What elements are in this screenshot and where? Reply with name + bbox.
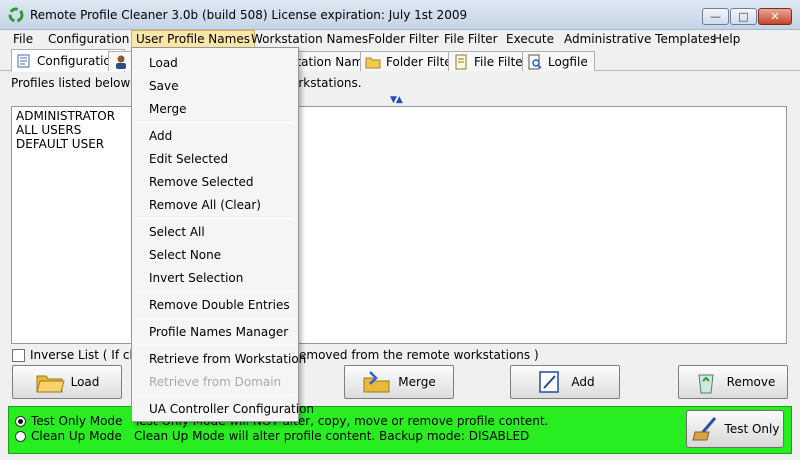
menu-separator <box>136 218 294 219</box>
list-item[interactable]: ALL USERS <box>16 123 81 137</box>
tab-bar: Configuration ...tation Names Folder Fil… <box>0 49 800 72</box>
minimize-button[interactable]: — <box>702 8 729 25</box>
menu-separator <box>136 318 294 319</box>
menu-separator <box>136 122 294 123</box>
sort-arrows-icon[interactable]: ▼▲ <box>390 95 403 105</box>
menu-item-add[interactable]: Add <box>149 129 172 143</box>
menu-item-retrieve-from-domain: Retrieve from Domain <box>149 375 282 389</box>
window-title: Remote Profile Cleaner 3.0b (build 508) … <box>30 8 468 22</box>
menu-file-filter[interactable]: File Filter <box>440 32 502 46</box>
menu-item-load[interactable]: Load <box>149 56 178 70</box>
logfile-search-icon <box>528 54 542 69</box>
test-only-mode-label: Test Only Mode <box>31 414 123 428</box>
remove-button-label: Remove <box>726 375 776 389</box>
menu-item-remove-selected[interactable]: Remove Selected <box>149 175 254 189</box>
menu-bar: File Configuration User Profile Names Wo… <box>0 30 800 48</box>
open-folder-icon <box>35 375 65 393</box>
tab-configuration-label: Configuration <box>37 54 119 68</box>
menu-item-select-all[interactable]: Select All <box>149 225 205 239</box>
menu-workstation-names[interactable]: Workstation Names <box>247 32 372 46</box>
menu-separator <box>136 291 294 292</box>
test-only-button-label: Test Only <box>724 422 780 436</box>
menu-item-select-none[interactable]: Select None <box>149 248 221 262</box>
menu-item-remove-all[interactable]: Remove All (Clear) <box>149 198 261 212</box>
mode-status-panel: Test Only Mode Clean Up Mode Test Only M… <box>8 406 792 454</box>
menu-configuration[interactable]: Configuration <box>44 32 133 46</box>
menu-item-profile-names-manager[interactable]: Profile Names Manager <box>149 325 288 339</box>
menu-execute[interactable]: Execute <box>502 32 558 46</box>
menu-folder-filter[interactable]: Folder Filter <box>364 32 443 46</box>
tab-logfile-label: Logfile <box>548 54 588 69</box>
menu-separator <box>136 395 294 396</box>
menu-file[interactable]: File <box>9 32 37 46</box>
edit-add-icon <box>539 371 560 393</box>
menu-user-profile-names[interactable]: User Profile Names <box>131 30 255 48</box>
folder-icon <box>365 57 381 68</box>
menu-item-merge[interactable]: Merge <box>149 102 186 116</box>
test-only-mode-radio[interactable] <box>15 415 26 427</box>
recycle-bin-icon <box>698 374 714 394</box>
inverse-list-label-tail: emoved from the remote workstations ) <box>299 348 539 362</box>
test-only-button[interactable]: Test Only <box>686 410 784 448</box>
inverse-list-checkbox[interactable] <box>12 348 25 362</box>
clean-up-mode-label: Clean Up Mode <box>31 429 122 443</box>
configuration-icon <box>17 54 30 68</box>
add-button[interactable]: Add <box>510 365 620 399</box>
title-bar: Remote Profile Cleaner 3.0b (build 508) … <box>0 0 800 30</box>
info-text-tail: orkstations. <box>291 76 362 90</box>
merge-button-label: Merge <box>398 375 436 389</box>
clean-up-mode-option[interactable]: Clean Up Mode <box>15 429 122 443</box>
tab-folder-filter-label: Folder Filter <box>386 54 457 69</box>
add-button-label: Add <box>571 375 595 389</box>
menu-item-invert-selection[interactable]: Invert Selection <box>149 271 243 285</box>
maximize-button[interactable]: □ <box>730 8 757 25</box>
user-icon <box>116 55 126 69</box>
menu-item-remove-double-entries[interactable]: Remove Double Entries <box>149 298 290 312</box>
profile-list[interactable]: ADMINISTRATOR ALL USERS DEFAULT USER <box>11 106 787 344</box>
menu-item-retrieve-from-workstation[interactable]: Retrieve from Workstation <box>149 352 306 366</box>
list-item[interactable]: DEFAULT USER <box>16 137 104 151</box>
load-button-label: Load <box>70 375 100 389</box>
menu-help[interactable]: Help <box>709 32 744 46</box>
load-button[interactable]: Load <box>12 365 122 399</box>
menu-separator <box>136 345 294 346</box>
broom-icon <box>691 417 716 441</box>
menu-item-save[interactable]: Save <box>149 79 178 93</box>
clean-up-mode-description: Clean Up Mode will alter profile content… <box>134 429 530 443</box>
tab-logfile[interactable]: Logfile <box>522 51 595 71</box>
close-button[interactable]: ✕ <box>758 8 792 25</box>
menu-item-ua-controller-configuration[interactable]: UA Controller Configuration <box>149 402 314 416</box>
user-profile-names-dropdown: Load Save Merge Add Edit Selected Remove… <box>131 47 314 422</box>
remove-button[interactable]: Remove <box>678 365 788 399</box>
merge-folder-icon <box>363 371 390 393</box>
tab-file-filter-label: File Filter <box>474 54 528 69</box>
recycle-app-icon <box>8 7 24 23</box>
menu-item-edit-selected[interactable]: Edit Selected <box>149 152 228 166</box>
merge-button[interactable]: Merge <box>344 365 454 399</box>
test-only-mode-option[interactable]: Test Only Mode <box>15 414 122 428</box>
clean-up-mode-radio[interactable] <box>15 430 26 442</box>
file-icon <box>455 54 467 69</box>
list-item[interactable]: ADMINISTRATOR <box>16 109 115 123</box>
menu-administrative-templates[interactable]: Administrative Templates <box>560 32 720 46</box>
